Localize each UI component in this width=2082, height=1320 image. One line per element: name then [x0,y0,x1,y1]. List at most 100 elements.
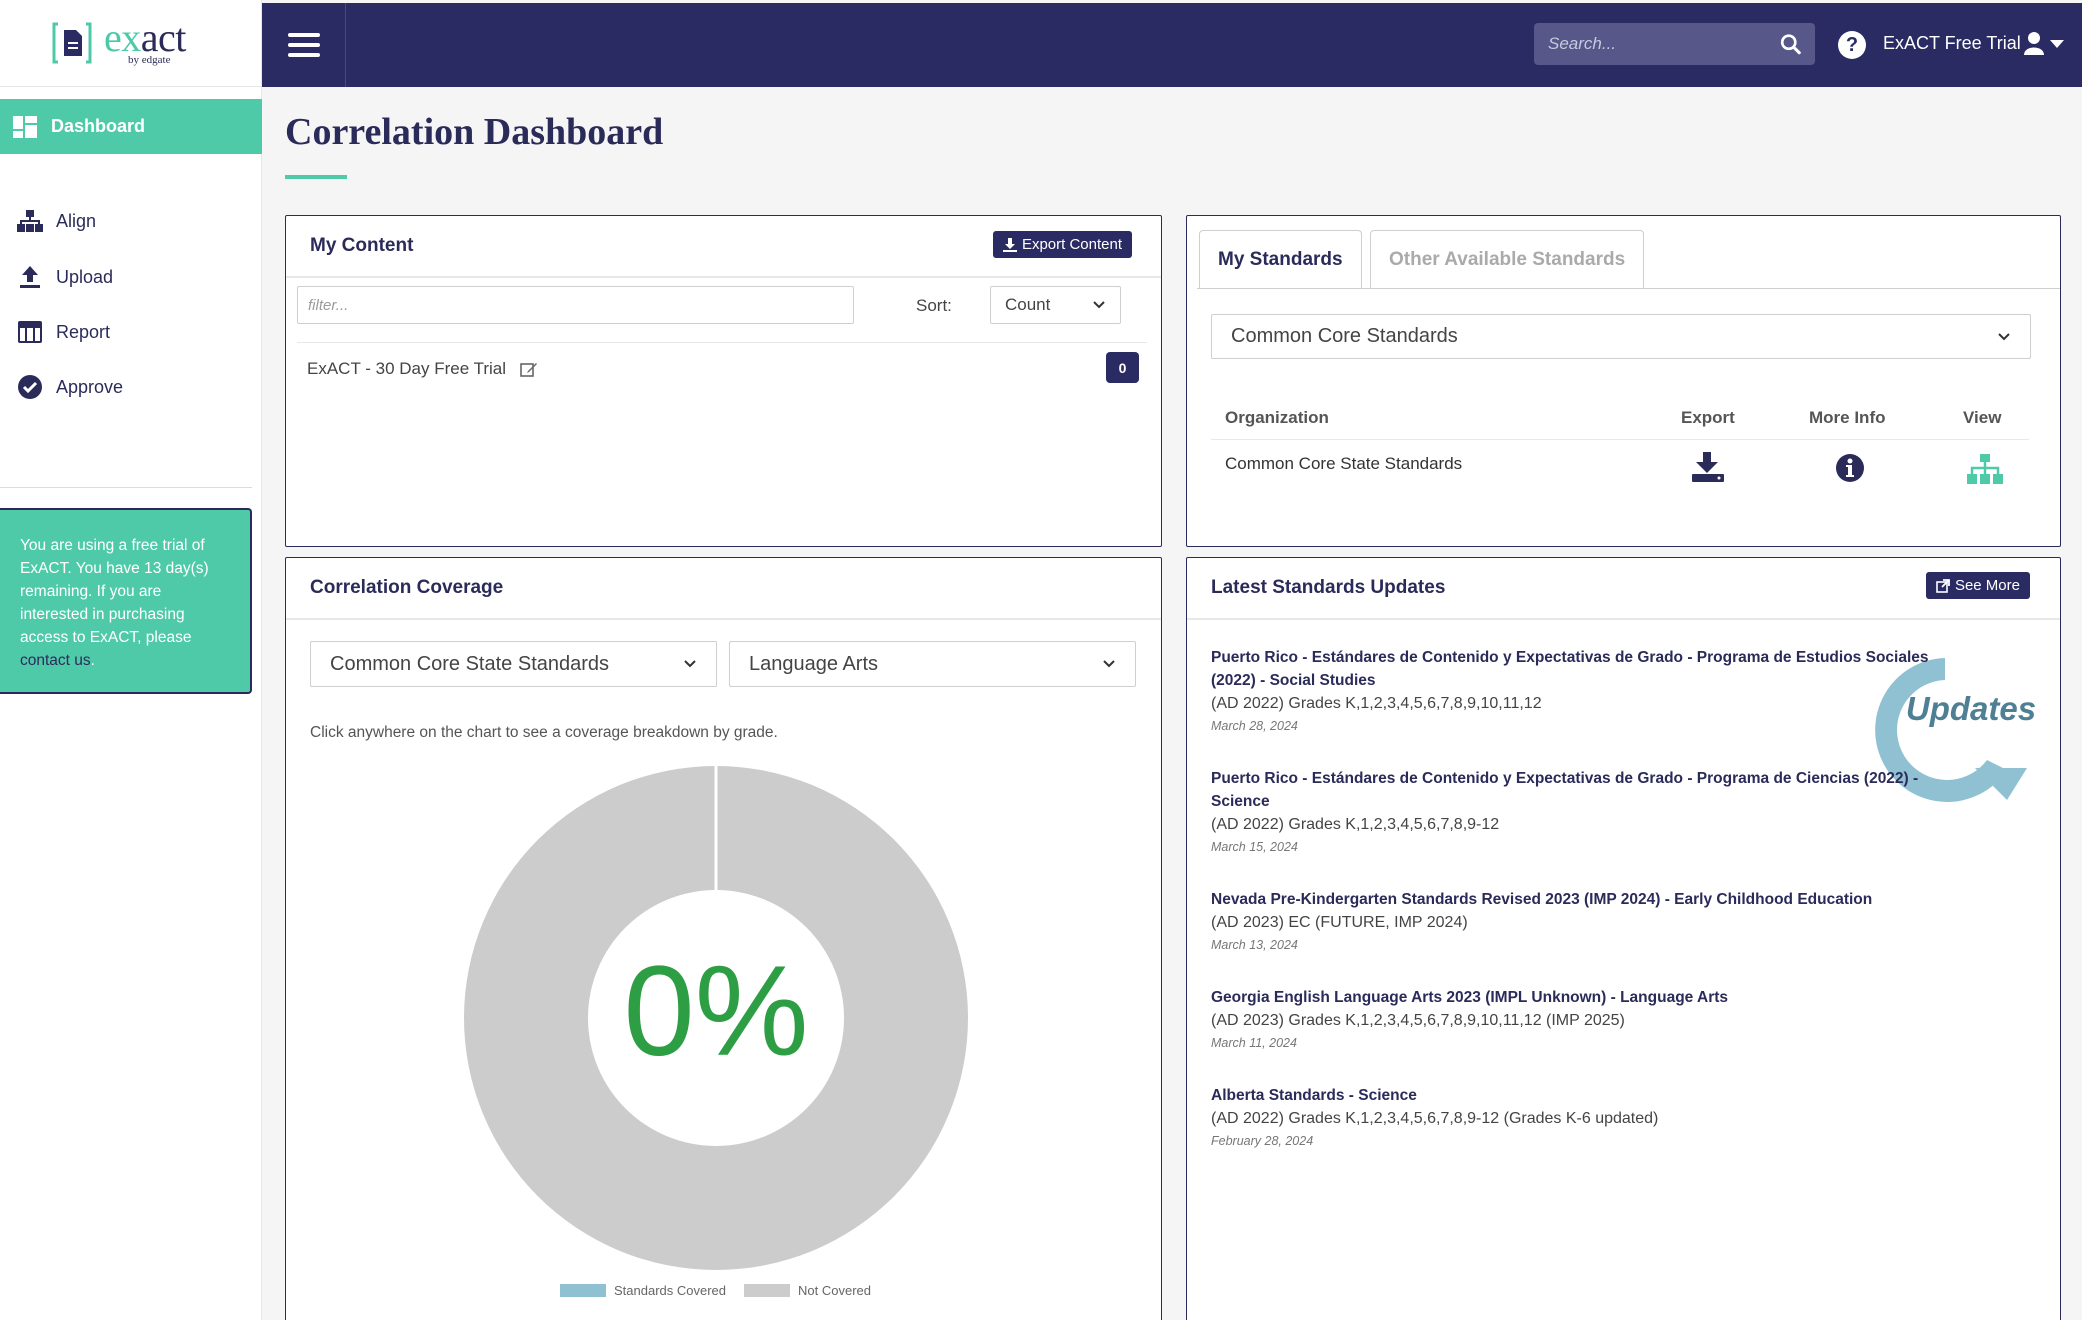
search-input[interactable] [1548,34,1772,54]
standards-select-value: Common Core Standards [1231,325,1458,347]
update-item[interactable]: Georgia English Language Arts 2023 (IMPL… [1211,986,2031,1054]
chart-legend: Standards Covered Not Covered [560,1283,871,1298]
table-icon [16,321,44,343]
chevron-down-icon [1103,660,1115,668]
sidebar-divider [0,487,252,488]
correlation-coverage-panel: Correlation Coverage Common Core State S… [285,557,1162,1320]
filter-input[interactable] [297,286,854,324]
update-title[interactable]: Nevada Pre-Kindergarten Standards Revise… [1211,888,2031,911]
panel-title: My Content [310,235,414,256]
legend-swatch-covered [560,1284,606,1297]
sidebar-item-align[interactable]: Align [16,210,96,232]
standards-select[interactable]: Common Core Standards [1211,314,2031,359]
update-date: March 11, 2024 [1211,1036,1297,1050]
legend-swatch-not-covered [744,1284,791,1297]
update-date: February 28, 2024 [1211,1134,1314,1148]
update-detail: (AD 2023) EC (FUTURE, IMP 2024) [1211,914,1468,931]
sidebar: exact by edgate Dashboard Align Upload R… [0,0,262,1320]
chart-hint: Click anywhere on the chart to see a cov… [310,724,778,741]
panel-header: Latest Standards Updates See More [1187,558,2060,620]
external-link-icon [1936,578,1950,593]
panel-title: Latest Standards Updates [1211,577,1446,598]
update-item[interactable]: Nevada Pre-Kindergarten Standards Revise… [1211,888,2031,956]
user-name[interactable]: ExACT Free Trial [1883,33,2021,54]
update-detail: (AD 2022) Grades K,1,2,3,4,5,6,7,8,9,10,… [1211,695,1542,712]
sidebar-item-label: Approve [56,376,124,397]
tab-my-standards[interactable]: My Standards [1199,230,1362,288]
sidebar-item-label: Upload [56,266,114,287]
chevron-down-icon [684,660,696,668]
title-underline [285,175,347,179]
logo[interactable]: exact by edgate [0,0,261,87]
sidebar-item-approve[interactable]: Approve [16,375,123,399]
search-icon[interactable] [1780,32,1801,56]
trial-text: You are using a free trial of ExACT. You… [20,537,209,646]
content-item-name: ExACT - 30 Day Free Trial [307,358,507,378]
latest-updates-panel: Latest Standards Updates See More Update… [1186,557,2061,1320]
update-title[interactable]: Puerto Rico - Estándares de Contenido y … [1211,767,1931,813]
sidebar-item-dashboard[interactable]: Dashboard [0,99,262,154]
edit-icon[interactable] [520,361,538,377]
chevron-down-icon [1998,332,2010,340]
export-content-button[interactable]: Export Content [992,231,1132,258]
update-detail: (AD 2022) Grades K,1,2,3,4,5,6,7,8,9-12 [1211,816,1500,833]
sidebar-item-report[interactable]: Report [16,321,110,343]
update-title[interactable]: Alberta Standards - Science [1211,1084,2031,1107]
help-icon[interactable]: ? [1838,31,1866,59]
update-detail: (AD 2022) Grades K,1,2,3,4,5,6,7,8,9-12 … [1211,1110,1659,1127]
user-icon [2024,32,2064,55]
hamburger-icon [287,33,320,37]
column-organization: Organization [1225,408,1329,427]
dashboard-icon [13,115,37,138]
update-date: March 15, 2024 [1211,840,1298,854]
content-item-row[interactable]: ExACT - 30 Day Free Trial [297,342,1147,394]
tab-other-standards[interactable]: Other Available Standards [1370,230,1645,288]
export-content-label: Export Content [1021,236,1122,253]
update-item[interactable]: Alberta Standards - Science (AD 2022) Gr… [1211,1084,2031,1152]
chevron-down-icon [1093,301,1105,309]
trial-notice: You are using a free trial of ExACT. You… [0,508,252,694]
sort-select[interactable]: Count [990,286,1121,324]
update-title[interactable]: Puerto Rico - Estándares de Contenido y … [1211,646,1931,692]
panel-header: Correlation Coverage [286,558,1161,620]
panel-header: My Content Export Content [286,216,1161,278]
coverage-subject-value: Language Arts [749,652,878,675]
logo-mark-icon [52,22,92,64]
export-download-icon[interactable] [1691,452,1725,482]
see-more-button[interactable]: See More [1925,572,2030,599]
legend-label-covered: Standards Covered [614,1283,727,1298]
hierarchy-view-icon[interactable] [1967,454,2003,484]
caret-down-icon [2050,40,2064,48]
column-more-info: More Info [1809,408,1886,427]
hamburger-icon-bar [287,43,320,47]
coverage-standard-select[interactable]: Common Core State Standards [310,641,717,687]
sitemap-icon [16,210,44,232]
page-title: Correlation Dashboard [285,111,664,153]
update-date: March 13, 2024 [1211,938,1298,952]
contact-us-link[interactable]: contact us [20,652,91,669]
user-menu[interactable] [2024,31,2074,62]
standards-table-header: Organization Export More Info View [1211,396,2029,440]
column-view: View [1963,408,2002,427]
sidebar-item-label: Align [56,210,97,231]
sidebar-item-label: Report [56,321,111,342]
update-item[interactable]: Puerto Rico - Estándares de Contenido y … [1211,767,1931,858]
standards-row-organization: Common Core State Standards [1225,454,1463,473]
menu-toggle-button[interactable] [262,3,346,87]
sidebar-item-label: Dashboard [51,116,146,136]
search-box [1534,23,1815,65]
sort-value: Count [1005,295,1051,314]
legend-label-not-covered: Not Covered [798,1283,871,1298]
check-circle-icon [16,375,44,399]
content-count-badge: 0 [1106,352,1139,383]
update-title[interactable]: Georgia English Language Arts 2023 (IMPL… [1211,986,2031,1009]
hamburger-icon-bar [287,53,320,57]
sort-label: Sort: [916,296,952,315]
update-item[interactable]: Puerto Rico - Estándares de Contenido y … [1211,646,1931,737]
info-icon[interactable] [1835,453,1865,483]
coverage-subject-select[interactable]: Language Arts [729,641,1136,687]
sidebar-item-upload[interactable]: Upload [16,266,113,288]
trial-end: . [90,652,95,669]
logo-subtitle: by edgate [128,54,171,66]
coverage-donut-chart[interactable]: 0% [461,763,971,1273]
